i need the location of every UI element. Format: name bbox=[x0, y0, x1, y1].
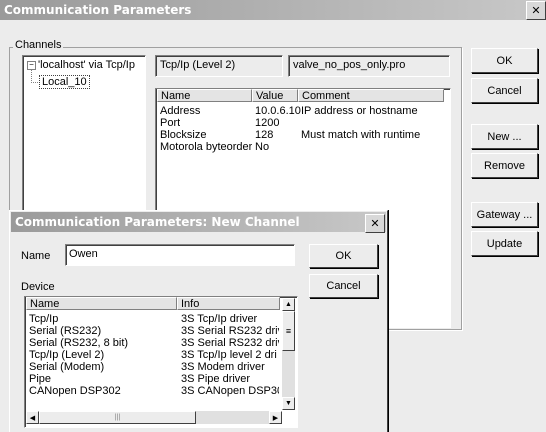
param-row-2-value[interactable]: 128 bbox=[255, 130, 273, 141]
param-row-1-name[interactable]: Port bbox=[160, 118, 180, 129]
param-row-2-name[interactable]: Blocksize bbox=[160, 130, 206, 141]
device-list-hscroll[interactable]: ◀ ||| ▶ bbox=[26, 411, 282, 424]
cancel-button[interactable]: Cancel bbox=[471, 78, 538, 103]
device-row-2-name[interactable]: Serial (RS232, 8 bit) bbox=[29, 338, 174, 349]
new-channel-button[interactable]: New ... bbox=[471, 124, 538, 149]
scroll-up-icon[interactable]: ▲ bbox=[282, 298, 295, 311]
new-channel-cancel-button[interactable]: Cancel bbox=[309, 274, 378, 298]
close-icon[interactable]: ✕ bbox=[526, 1, 546, 20]
param-header-name[interactable]: Name bbox=[157, 89, 252, 102]
tree-expander-icon[interactable]: − bbox=[27, 61, 36, 70]
remove-button[interactable]: Remove bbox=[471, 153, 538, 178]
param-row-3-value[interactable]: No bbox=[255, 142, 269, 153]
channels-label: Channels bbox=[13, 39, 64, 51]
new-channel-title: Communication Parameters: New Channel bbox=[15, 215, 300, 229]
name-label: Name bbox=[21, 250, 51, 262]
device-row-5-name[interactable]: Pipe bbox=[29, 374, 174, 385]
main-title: Communication Parameters bbox=[4, 3, 192, 17]
new-channel-ok-button[interactable]: OK bbox=[309, 244, 378, 268]
hscroll-thumb[interactable]: ||| bbox=[39, 411, 196, 424]
driver-field: Tcp/Ip (Level 2) bbox=[155, 55, 283, 77]
scroll-right-icon[interactable]: ▶ bbox=[269, 411, 282, 424]
scroll-left-icon[interactable]: ◀ bbox=[26, 411, 39, 424]
param-row-3-name[interactable]: Motorola byteorder bbox=[160, 142, 252, 153]
close-icon[interactable]: ✕ bbox=[365, 214, 385, 233]
device-row-0-info[interactable]: 3S Tcp/Ip driver bbox=[181, 314, 279, 325]
param-header-comment[interactable]: Comment bbox=[298, 89, 444, 102]
device-header-info[interactable]: Info bbox=[177, 297, 280, 310]
new-channel-title-bar: Communication Parameters: New Channel bbox=[11, 212, 386, 232]
device-list-vscroll[interactable]: ▲ ≡ ▼ bbox=[282, 298, 295, 410]
name-input[interactable]: Owen bbox=[65, 244, 295, 266]
tree-child-item[interactable]: Local_10 bbox=[39, 75, 90, 89]
device-row-5-info[interactable]: 3S Pipe driver bbox=[181, 374, 279, 385]
main-title-bar: Communication Parameters bbox=[0, 0, 546, 20]
device-label: Device bbox=[21, 281, 55, 293]
vscroll-thumb[interactable]: ≡ bbox=[282, 311, 295, 351]
new-channel-dialog: Communication Parameters: New Channel ✕ … bbox=[9, 210, 388, 432]
param-header-value[interactable]: Value bbox=[252, 89, 298, 102]
param-row-2-comment[interactable]: Must match with runtime bbox=[301, 130, 420, 141]
device-row-1-info[interactable]: 3S Serial RS232 driv bbox=[181, 326, 279, 337]
tree-root-item[interactable]: 'localhost' via Tcp/Ip bbox=[38, 59, 135, 71]
device-list[interactable]: Name Info Tcp/Ip 3S Tcp/Ip driver Serial… bbox=[24, 296, 298, 428]
name-input-value: Owen bbox=[69, 248, 98, 260]
param-row-0-name[interactable]: Address bbox=[160, 106, 200, 117]
device-row-6-name[interactable]: CANopen DSP302 bbox=[29, 386, 174, 397]
param-row-0-value[interactable]: 10.0.6.10 bbox=[255, 106, 301, 117]
device-row-3-name[interactable]: Tcp/Ip (Level 2) bbox=[29, 350, 174, 361]
device-row-0-name[interactable]: Tcp/Ip bbox=[29, 314, 174, 325]
device-row-1-name[interactable]: Serial (RS232) bbox=[29, 326, 174, 337]
param-row-1-value[interactable]: 1200 bbox=[255, 118, 279, 129]
ok-button[interactable]: OK bbox=[471, 48, 538, 73]
param-row-0-comment[interactable]: IP address or hostname bbox=[301, 106, 418, 117]
device-row-3-info[interactable]: 3S Tcp/Ip level 2 dri bbox=[181, 350, 279, 361]
device-row-6-info[interactable]: 3S CANopen DSP30 bbox=[181, 386, 279, 397]
scroll-down-icon[interactable]: ▼ bbox=[282, 397, 295, 410]
gateway-button[interactable]: Gateway ... bbox=[471, 202, 538, 227]
update-button[interactable]: Update bbox=[471, 231, 538, 256]
device-header-name[interactable]: Name bbox=[26, 297, 177, 310]
device-row-4-info[interactable]: 3S Modem driver bbox=[181, 362, 279, 373]
project-file-field: valve_no_pos_only.pro bbox=[288, 55, 450, 77]
device-row-4-name[interactable]: Serial (Modem) bbox=[29, 362, 174, 373]
device-row-2-info[interactable]: 3S Serial RS232 driv bbox=[181, 338, 279, 349]
